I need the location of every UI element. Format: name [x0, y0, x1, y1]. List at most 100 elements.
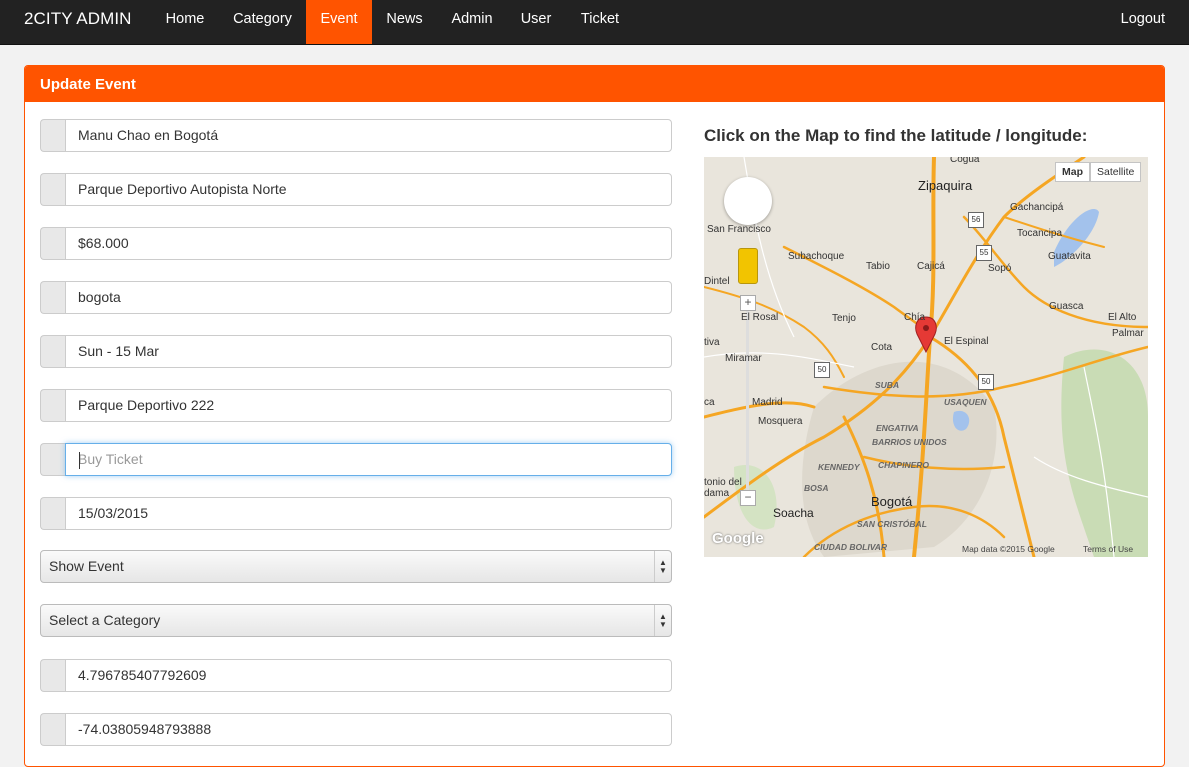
- category-select[interactable]: Select a Category ▲ ▼: [40, 604, 672, 637]
- nav-home[interactable]: Home: [151, 0, 219, 44]
- latitude-input[interactable]: 4.796785407792609: [65, 659, 672, 692]
- zoom-out-button[interactable]: −: [740, 490, 756, 506]
- location-map[interactable]: Map Satellite + − Cogua Zipaquira Gachan…: [704, 157, 1148, 557]
- input-addon: [40, 227, 65, 260]
- map-label: dama: [704, 488, 730, 499]
- map-label: Cajicá: [917, 261, 945, 272]
- map-label: tonio del: [704, 477, 742, 488]
- map-label: El Espinal: [944, 336, 989, 347]
- nav-user[interactable]: User: [507, 0, 565, 44]
- map-instructions: Click on the Map to find the latitude / …: [704, 126, 1088, 145]
- map-label: Mosquera: [758, 416, 803, 427]
- map-label: SAN CRISTÓBAL: [857, 519, 927, 529]
- map-label: San Francisco: [707, 224, 771, 235]
- longitude-field: -74.03805948793888: [40, 713, 672, 746]
- route-shield-icon: 50: [978, 374, 994, 390]
- map-label: Zipaquira: [918, 178, 973, 193]
- input-addon: [40, 713, 65, 746]
- street-view-pegman-icon[interactable]: [738, 248, 758, 284]
- map-label: El Rosal: [741, 312, 779, 323]
- map-label: Cogua: [950, 157, 980, 165]
- map-label: tiva: [704, 337, 720, 348]
- map-label: Tenjo: [832, 313, 856, 324]
- map-label: Guatavita: [1048, 251, 1091, 262]
- latitude-field: 4.796785407792609: [40, 659, 672, 692]
- map-label: ca: [704, 397, 715, 408]
- logout-link[interactable]: Logout: [1121, 0, 1165, 44]
- map-label: SUBA: [875, 380, 900, 390]
- map-label: Dintel: [704, 276, 730, 287]
- event-location-field: Parque Deportivo Autopista Norte: [40, 173, 672, 206]
- input-addon: [40, 119, 65, 152]
- route-shield-icon: 56: [968, 212, 984, 228]
- event-city-field: bogota: [40, 281, 672, 314]
- event-name-input[interactable]: Manu Chao en Bogotá: [65, 119, 672, 152]
- map-label: Madrid: [752, 397, 783, 408]
- map-label: Miramar: [725, 353, 762, 364]
- event-name-field: Manu Chao en Bogotá: [40, 119, 672, 152]
- map-roads-svg: [704, 157, 1148, 557]
- ticket-url-placeholder: Buy Ticket: [78, 451, 143, 467]
- map-label: BARRIOS UNIDOS: [872, 437, 947, 447]
- longitude-input[interactable]: -74.03805948793888: [65, 713, 672, 746]
- terms-of-use-link[interactable]: Terms of Use: [1083, 544, 1133, 554]
- map-label: Cota: [871, 342, 893, 353]
- visibility-select-value: Show Event: [49, 558, 124, 574]
- event-location-input[interactable]: Parque Deportivo Autopista Norte: [65, 173, 672, 206]
- map-label: Tocancipa: [1017, 228, 1063, 239]
- nav-news[interactable]: News: [372, 0, 437, 44]
- map-label: Palmar: [1112, 328, 1144, 339]
- event-address-field: Parque Deportivo 222: [40, 389, 672, 422]
- input-addon: [40, 443, 65, 476]
- input-addon: [40, 659, 65, 692]
- map-label: Soacha: [773, 506, 814, 520]
- map-label: CIUDAD BOLIVAR: [814, 542, 888, 552]
- input-addon: [40, 497, 65, 530]
- map-park-area: [1061, 349, 1148, 557]
- input-addon: [40, 335, 65, 368]
- brand-logo[interactable]: 2CITY ADMIN: [24, 0, 132, 44]
- map-label: Sopó: [988, 263, 1012, 274]
- map-label: CHAPINERO: [878, 460, 930, 470]
- event-date-text-input[interactable]: Sun - 15 Mar: [65, 335, 672, 368]
- zoom-slider-track[interactable]: [746, 302, 749, 492]
- route-shield-icon: 55: [976, 245, 992, 261]
- zoom-in-button[interactable]: +: [740, 295, 756, 311]
- ticket-url-input[interactable]: Buy Ticket: [65, 443, 672, 476]
- select-arrows-icon: ▲ ▼: [654, 551, 671, 582]
- map-label: USAQUEN: [944, 397, 987, 407]
- event-date-input[interactable]: 15/03/2015: [65, 497, 672, 530]
- event-address-input[interactable]: Parque Deportivo 222: [65, 389, 672, 422]
- nav-admin[interactable]: Admin: [437, 0, 507, 44]
- map-type-satellite-button[interactable]: Satellite: [1090, 162, 1142, 182]
- category-select-value: Select a Category: [49, 612, 161, 628]
- event-city-input[interactable]: bogota: [65, 281, 672, 314]
- map-label: Tabio: [866, 261, 890, 272]
- google-logo[interactable]: Google: [712, 530, 764, 547]
- map-label: Chía: [904, 312, 926, 323]
- map-label: Guasca: [1049, 301, 1084, 312]
- panel-title: Update Event: [25, 66, 1164, 102]
- input-addon: [40, 173, 65, 206]
- nav-category[interactable]: Category: [219, 0, 306, 44]
- event-price-input[interactable]: $68.000: [65, 227, 672, 260]
- event-date-text-field: Sun - 15 Mar: [40, 335, 672, 368]
- map-label: Bogotá: [871, 494, 913, 509]
- nav-ticket[interactable]: Ticket: [565, 0, 635, 44]
- route-shield-icon: 50: [814, 362, 830, 378]
- map-label: BOSA: [804, 483, 829, 493]
- map-attribution: Map data ©2015 Google: [962, 544, 1055, 554]
- map-type-map-button[interactable]: Map: [1055, 162, 1090, 182]
- visibility-select[interactable]: Show Event ▲ ▼: [40, 550, 672, 583]
- pan-control-icon[interactable]: [724, 177, 772, 225]
- ticket-url-field: Buy Ticket: [40, 443, 672, 476]
- event-price-field: $68.000: [40, 227, 672, 260]
- event-date-field: 15/03/2015: [40, 497, 672, 530]
- map-label: El Alto: [1108, 312, 1137, 323]
- top-navbar: 2CITY ADMIN Home Category Event News Adm…: [0, 0, 1189, 45]
- nav-event[interactable]: Event: [306, 0, 372, 44]
- map-label: Subachoque: [788, 251, 845, 262]
- text-cursor: [79, 452, 80, 469]
- input-addon: [40, 281, 65, 314]
- map-label: ENGATIVA: [876, 423, 919, 433]
